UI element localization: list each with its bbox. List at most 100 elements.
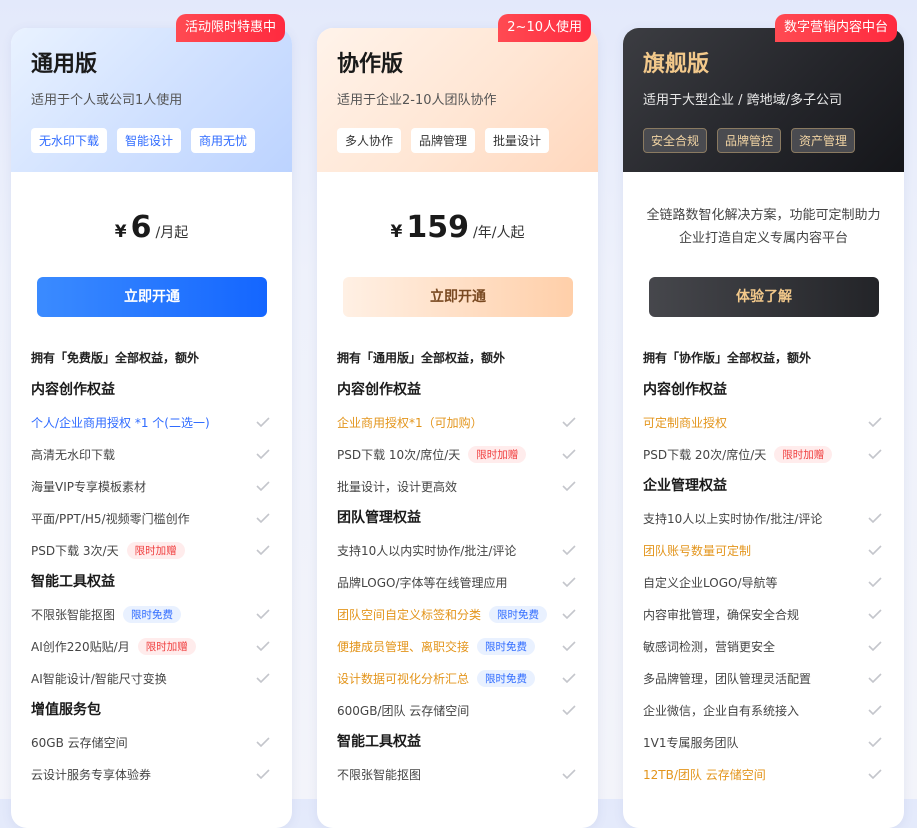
feature-intro: 拥有「协作版」全部权益，额外 xyxy=(643,351,812,365)
feature-badge: 限时免费 xyxy=(123,605,182,623)
price-amount: 159 xyxy=(406,210,470,245)
feature-section-title: 内容创作权益 xyxy=(643,382,727,398)
plan-tag: 批量设计 xyxy=(485,128,550,153)
check-icon xyxy=(868,641,882,651)
feature-item-text: 企业商用授权*1（可加购） xyxy=(337,415,483,430)
feature-section-title: 智能工具权益 xyxy=(337,734,421,750)
check-icon xyxy=(868,609,882,619)
feature-item: PSD下载 3次/天 限时加赠 xyxy=(11,534,292,566)
plan-tag: 品牌管理 xyxy=(411,128,476,153)
feature-item-text: 内容审批管理，确保安全合规 xyxy=(643,607,800,622)
price-area: 全链路数智化解决方案，功能可定制助力企业打造自定义专属内容平台 xyxy=(623,172,904,258)
price: ¥159/年/人起 xyxy=(317,210,598,245)
feature-item-text: 可定制商业授权 xyxy=(643,415,728,430)
check-icon xyxy=(256,769,270,779)
check-icon xyxy=(256,449,270,459)
feature-item: 不限张智能抠图 限时免费 xyxy=(11,598,292,630)
feature-list: 拥有「免费版」全部权益，额外 内容创作权益 个人/企业商用授权 *1 个(二选一) 高… xyxy=(11,342,292,790)
feature-badge: 限时加赠 xyxy=(468,445,527,463)
feature-intro: 拥有「通用版」全部权益，额外 xyxy=(337,351,506,365)
feature-item-text: 60GB 云存储空间 xyxy=(31,735,128,750)
feature-item: 云设计服务专享体验券 xyxy=(11,758,292,790)
feature-item: AI智能设计/智能尺寸变换 xyxy=(11,662,292,694)
feature-item-text: 平面/PPT/H5/视频零门槛创作 xyxy=(31,511,190,526)
feature-item-text: 个人/企业商用授权 *1 个(二选一) xyxy=(31,415,210,430)
feature-item-text: 批量设计，设计更高效 xyxy=(337,479,458,494)
feature-item: PSD下载 10次/席位/天 限时加赠 xyxy=(317,438,598,470)
check-icon xyxy=(256,673,270,683)
price-unit: /月起 xyxy=(155,225,189,241)
feature-item-text: 1V1专属服务团队 xyxy=(643,735,739,750)
feature-item: 1V1专属服务团队 xyxy=(623,726,904,758)
plan-tag: 安全合规 xyxy=(643,128,708,153)
feature-item: 不限张智能抠图 xyxy=(317,758,598,790)
check-icon xyxy=(256,641,270,651)
feature-section-title: 内容创作权益 xyxy=(337,382,421,398)
plan-tag: 资产管理 xyxy=(791,128,856,153)
plan-title: 通用版 xyxy=(31,52,98,77)
feature-item-text: 支持10人以内实时协作/批注/评论 xyxy=(337,543,517,558)
price-area: ¥159/年/人起 xyxy=(317,172,598,258)
feature-item: 平面/PPT/H5/视频零门槛创作 xyxy=(11,502,292,534)
price-currency: ¥ xyxy=(390,222,403,242)
feature-list: 拥有「通用版」全部权益，额外 内容创作权益企业商用授权*1（可加购） PSD下载 1… xyxy=(317,342,598,790)
check-icon xyxy=(562,673,576,683)
feature-item: 高清无水印下载 xyxy=(11,438,292,470)
plan-title: 旗舰版 xyxy=(643,52,710,77)
feature-item: 内容审批管理，确保安全合规 xyxy=(623,598,904,630)
price: ¥6/月起 xyxy=(11,210,292,245)
check-icon xyxy=(562,449,576,459)
feature-item-text: 海量VIP专享模板素材 xyxy=(31,479,146,494)
check-icon xyxy=(562,641,576,651)
check-icon xyxy=(868,705,882,715)
plan-title: 协作版 xyxy=(337,52,404,77)
check-icon xyxy=(256,609,270,619)
check-icon xyxy=(256,513,270,523)
feature-item-text: 设计数据可视化分析汇总 xyxy=(337,671,470,686)
feature-item: 敏感词检测，营销更安全 xyxy=(623,630,904,662)
feature-item: 可定制商业授权 xyxy=(623,406,904,438)
check-icon xyxy=(256,737,270,747)
open-now-button[interactable]: 立即开通 xyxy=(37,277,267,317)
feature-item-text: 团队账号数量可定制 xyxy=(643,543,752,558)
check-icon xyxy=(562,545,576,555)
feature-item-text: 敏感词检测，营销更安全 xyxy=(643,639,776,654)
feature-item-text: 12TB/团队 云存储空间 xyxy=(643,767,766,782)
feature-item-text: 不限张智能抠图 xyxy=(337,767,422,782)
feature-item: 品牌LOGO/字体等在线管理应用 xyxy=(317,566,598,598)
feature-item-text: AI创作220贴贴/月 xyxy=(31,639,130,654)
plan-ribbon-general: 活动限时特惠中 xyxy=(175,14,285,42)
feature-item-text: 便捷成员管理、离职交接 xyxy=(337,639,470,654)
plan-tag: 多人协作 xyxy=(337,128,402,153)
feature-item-text: 不限张智能抠图 xyxy=(31,607,116,622)
feature-badge: 限时免费 xyxy=(477,669,536,687)
check-icon xyxy=(562,481,576,491)
feature-badge: 限时加赠 xyxy=(774,445,833,463)
feature-section-title: 内容创作权益 xyxy=(31,382,115,398)
open-now-button[interactable]: 立即开通 xyxy=(343,277,573,317)
feature-item: 60GB 云存储空间 xyxy=(11,726,292,758)
check-icon xyxy=(868,545,882,555)
feature-badge: 限时免费 xyxy=(477,637,536,655)
check-icon xyxy=(562,769,576,779)
feature-item-text: 自定义企业LOGO/导航等 xyxy=(643,575,778,590)
feature-section-title: 智能工具权益 xyxy=(31,574,115,590)
check-icon xyxy=(868,769,882,779)
experience-button[interactable]: 体验了解 xyxy=(649,277,879,317)
feature-item-text: 品牌LOGO/字体等在线管理应用 xyxy=(337,575,508,590)
feature-item: 海量VIP专享模板素材 xyxy=(11,470,292,502)
feature-item-text: 多品牌管理，团队管理灵活配置 xyxy=(643,671,812,686)
feature-section-title: 增值服务包 xyxy=(31,702,101,718)
feature-item: 批量设计，设计更高效 xyxy=(317,470,598,502)
feature-item: 个人/企业商用授权 *1 个(二选一) xyxy=(11,406,292,438)
plan-card-flagship: 旗舰版 适用于大型企业 / 跨地域/多子公司 安全合规 品牌管控 资产管理 全链… xyxy=(623,28,904,828)
feature-item: 支持10人以内实时协作/批注/评论 xyxy=(317,534,598,566)
price-unit: /年/人起 xyxy=(473,225,525,241)
plan-card-general: 通用版 适用于个人或公司1人使用 无水印下载 智能设计 商用无忧 ¥6/月起 立… xyxy=(11,28,292,828)
plan-header: 旗舰版 适用于大型企业 / 跨地域/多子公司 安全合规 品牌管控 资产管理 xyxy=(623,28,904,172)
check-icon xyxy=(868,673,882,683)
feature-item: 支持10人以上实时协作/批注/评论 xyxy=(623,502,904,534)
price-area: ¥6/月起 xyxy=(11,172,292,258)
plan-description: 全链路数智化解决方案，功能可定制助力企业打造自定义专属内容平台 xyxy=(646,208,881,246)
plan-tag: 无水印下载 xyxy=(31,128,108,153)
